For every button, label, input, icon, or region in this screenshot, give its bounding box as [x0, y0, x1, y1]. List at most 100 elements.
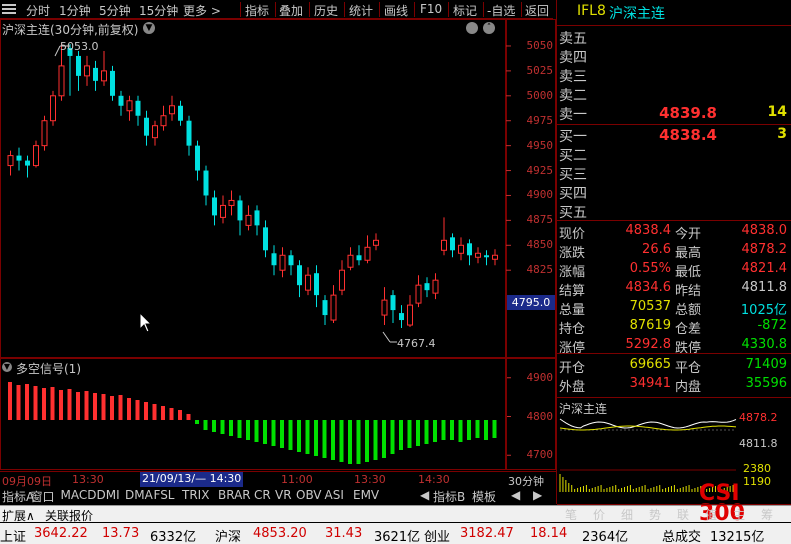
indicator-tab[interactable]: 窗口 [31, 488, 55, 505]
indicator-tab[interactable]: CR [254, 488, 271, 502]
stat-label: 结算 [559, 284, 586, 299]
divider [557, 25, 791, 26]
mini-chart-title: 沪深主连 [559, 402, 608, 416]
candle-body [7, 155, 14, 167]
candle-body [347, 254, 354, 268]
stat-label: 外盘 [559, 380, 586, 395]
time-label: 13:30 [72, 473, 104, 486]
stat-value: 34941 [629, 376, 671, 391]
time-label: 13:30 [354, 473, 386, 486]
indicator-tab[interactable]: TRIX [182, 488, 209, 502]
candle-body [484, 255, 489, 258]
candle-body [58, 65, 65, 97]
candle-body [314, 273, 319, 296]
panel-tab[interactable]: 联 [677, 506, 689, 523]
book-row-label: 卖五 [559, 31, 587, 47]
candle-body [245, 214, 252, 226]
expand-tab[interactable]: 扩展∧ [2, 507, 35, 524]
candle-body [288, 255, 294, 266]
indicator-tab[interactable]: OBV [296, 488, 322, 502]
ticker-name[interactable]: 沪深 [215, 526, 241, 544]
stat-value: 4878.2 [741, 242, 788, 257]
stat-label: 涨幅 [559, 265, 586, 280]
stat-value: 4838.4 [625, 223, 672, 238]
ticker-amount: 2364亿 [582, 530, 629, 544]
candle-body [110, 70, 115, 96]
stat-value: 71409 [745, 357, 787, 372]
price-tick-label: 4975 [526, 113, 554, 127]
stat-label: 现价 [559, 227, 586, 242]
tab-scroll-left-icon[interactable]: ◀ [420, 488, 429, 502]
price-tick-label: 5000 [526, 88, 554, 102]
time-label: 11:00 [281, 473, 313, 486]
indicator-tab[interactable]: DMI [97, 488, 120, 502]
stat-value: 35596 [745, 376, 787, 391]
candle-body [203, 170, 209, 196]
candle-body [254, 210, 260, 226]
chevron-down-icon[interactable]: ▼ [2, 362, 12, 372]
stat-label: 仓差 [675, 322, 702, 337]
book-row-label: 买二 [559, 148, 587, 164]
indicator-tab[interactable]: ASI [325, 488, 344, 502]
candle-body [339, 269, 345, 291]
time-cursor-label: 21/09/13/— 14:30 [140, 472, 244, 487]
candle-body [271, 253, 277, 266]
stat-label: 昨结 [675, 284, 702, 299]
stat-value: -872 [757, 318, 787, 333]
ticker-name[interactable]: 总成交 [662, 526, 701, 544]
stat-label: 总额 [675, 303, 702, 318]
ticker-change: 13.73 [102, 526, 140, 541]
panel-tab[interactable]: 值 [705, 506, 717, 523]
candle-body [390, 295, 396, 311]
indicator-tab[interactable]: 模板 [472, 488, 496, 505]
candle-body [305, 274, 311, 291]
divider [557, 353, 791, 354]
indicator-tab[interactable]: FSL [154, 488, 175, 502]
candle-body [212, 197, 217, 216]
candle-body [263, 227, 268, 251]
indicator-tab[interactable]: 指标B [433, 488, 465, 505]
mini-high-label: 4878.2 [739, 411, 778, 424]
related-quote-tab[interactable]: 关联报价 [45, 507, 93, 524]
stat-value: 4834.6 [625, 280, 672, 295]
indicator-tab[interactable]: DMA [125, 488, 153, 502]
indicator-tab[interactable]: 指标A [2, 488, 34, 505]
book-row-price: 4838.4 [659, 126, 717, 144]
candle-body [432, 279, 439, 294]
book-row-price: 4839.8 [659, 104, 717, 122]
indicator-tab[interactable]: EMV [353, 488, 379, 502]
panel-tab[interactable]: 筹 [761, 506, 773, 523]
ticker-name[interactable]: 上证 [0, 526, 26, 544]
indicator-tab[interactable]: BRAR [218, 488, 251, 502]
stat-value: 5292.8 [625, 337, 672, 352]
indicator-tick-label: 4900 [526, 370, 554, 384]
book-row-label: 卖一 [559, 107, 587, 123]
candle-body [356, 255, 362, 261]
ticker-change: 18.14 [530, 526, 568, 541]
ticker-name[interactable]: 创业 [424, 526, 450, 544]
candle-body [152, 125, 158, 139]
panel-tab[interactable]: 细 [621, 506, 633, 523]
stat-label: 最低 [675, 265, 702, 280]
indicator-tab[interactable]: MACD [61, 488, 97, 502]
book-row-label: 卖三 [559, 69, 587, 85]
mouse-cursor-icon [139, 311, 153, 333]
panel-tab[interactable]: 主 [733, 506, 745, 523]
stat-value: 4821.4 [741, 261, 788, 276]
ticker-value: 4853.20 [253, 526, 307, 541]
candle-body [364, 246, 371, 261]
stat-label: 平仓 [675, 361, 702, 376]
panel-tab[interactable]: 笔 [565, 506, 577, 523]
panel-tab[interactable]: 价 [593, 506, 605, 523]
candle-body [458, 244, 464, 254]
candle-body [424, 283, 430, 291]
instrument-code: IFL8 [577, 3, 606, 19]
stat-value: 4811.8 [741, 280, 788, 295]
indicator-tab[interactable]: VR [275, 488, 292, 502]
divider [557, 124, 791, 125]
quote-panel: IFL8 沪深主连 卖五 卖四 卖三 卖二 卖一 4839.8 14 买一 4838.4 3 买二… [556, 0, 791, 525]
tab-scroll-right-icon[interactable]: ▶ [533, 488, 542, 502]
panel-tab[interactable]: 势 [649, 506, 661, 523]
tab-scroll-left-icon[interactable]: ◀ [511, 488, 520, 502]
time-axis: 09月09日 13:30 21/09/13/— 14:30 11:00 13:3… [0, 471, 556, 488]
